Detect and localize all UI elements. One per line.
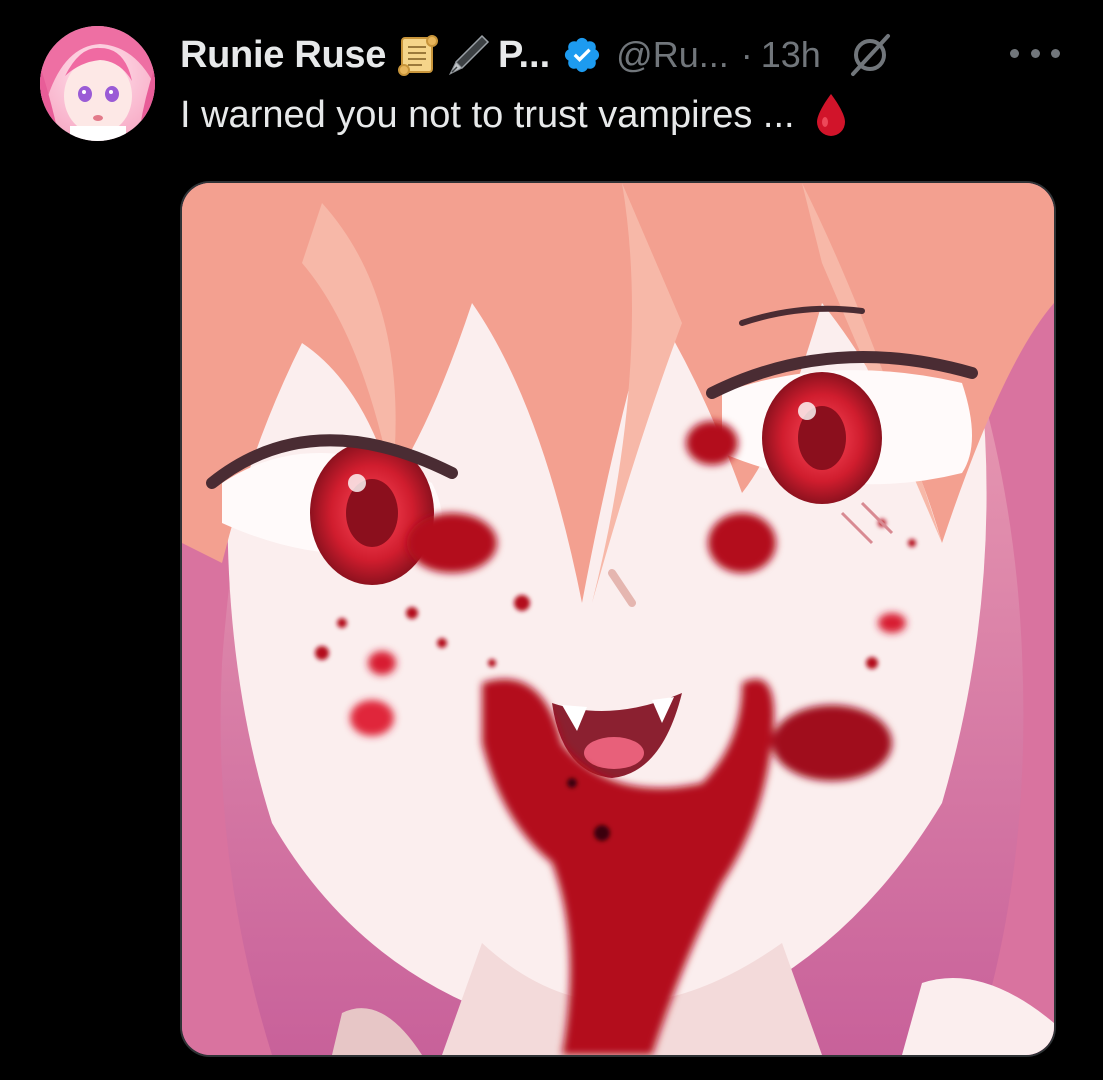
display-name-truncated[interactable]: P... [498, 34, 550, 77]
blood-drop-icon [813, 92, 849, 138]
post-image[interactable] [180, 181, 1056, 1057]
fountain-pen-icon [444, 32, 490, 78]
post[interactable]: Runie Ruse P... @Ru... · 13h I warned yo… [0, 0, 1103, 1080]
more-options-icon[interactable] [1010, 38, 1060, 68]
verified-badge-icon[interactable] [562, 35, 602, 75]
avatar[interactable] [40, 26, 155, 141]
timestamp[interactable]: 13h [761, 34, 821, 76]
user-handle[interactable]: @Ru... [616, 34, 729, 76]
post-text: I warned you not to trust vampires ... [180, 92, 849, 138]
post-text-content: I warned you not to trust vampires ... [180, 93, 795, 136]
separator-dot: · [740, 34, 753, 75]
display-name[interactable]: Runie Ruse [180, 34, 386, 77]
grok-icon[interactable] [847, 32, 893, 78]
scroll-icon [396, 32, 442, 78]
post-header: Runie Ruse P... @Ru... · 13h [180, 28, 893, 82]
